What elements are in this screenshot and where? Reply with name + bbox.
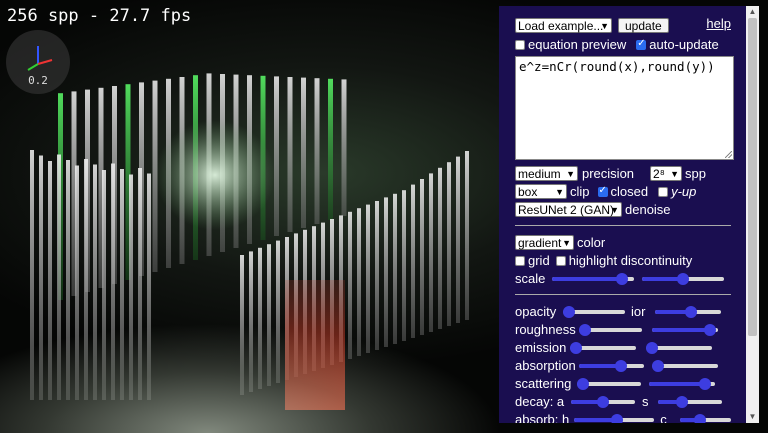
scroll-up-icon[interactable]: ▲ [746, 6, 759, 18]
spp-label: spp [685, 166, 706, 181]
auto-update-label: auto-update [649, 37, 719, 52]
axis-gizmo[interactable]: 0.2 [6, 30, 70, 94]
emission-slider-a[interactable] [570, 340, 636, 356]
scattering-label: scattering [515, 376, 572, 391]
scale-label: scale [515, 271, 546, 286]
slider-thumb[interactable] [699, 377, 712, 390]
decay-a-slider[interactable] [571, 394, 635, 410]
absorption-slider-b[interactable] [652, 358, 718, 374]
slider-thumb[interactable] [646, 341, 658, 354]
absorb-c-slider[interactable] [680, 412, 732, 423]
highlight-discontinuity-label: highlight discontinuity [568, 253, 693, 268]
surface-bar [328, 78, 333, 220]
roughness-slider-b[interactable] [652, 322, 718, 338]
panel-scrollbar[interactable]: ▲ ▼ [746, 6, 759, 423]
slider-thumb[interactable] [704, 323, 717, 336]
surface-bar [314, 78, 320, 224]
y-up-checkbox[interactable] [658, 186, 669, 197]
equation-preview-checkbox[interactable] [515, 39, 525, 50]
slider-thumb[interactable] [677, 272, 689, 285]
y-up-label: y-up [671, 184, 697, 199]
surface-bar [274, 76, 279, 237]
color-label: color [577, 235, 606, 250]
scroll-thumb[interactable] [748, 18, 757, 336]
slider-thumb[interactable] [615, 359, 628, 372]
slider-thumb[interactable] [616, 272, 629, 285]
absorption-label: absorption [515, 358, 576, 373]
opacity-slider[interactable] [563, 304, 625, 320]
opacity-label: opacity [515, 304, 557, 319]
slider-thumb[interactable] [652, 359, 664, 372]
stats-readout: 256 spp - 27.7 fps [7, 6, 192, 26]
divider [515, 225, 731, 226]
absorb-h-slider[interactable] [573, 412, 655, 423]
help-link[interactable]: help [706, 16, 731, 31]
slider-thumb[interactable] [570, 341, 582, 354]
slider-thumb[interactable] [611, 413, 624, 423]
surface-bar [341, 79, 347, 217]
absorption-slider-a[interactable] [579, 358, 644, 374]
slider-thumb[interactable] [579, 323, 591, 336]
slider-thumb[interactable] [693, 413, 706, 423]
closed-checkbox[interactable] [597, 185, 608, 197]
spp-select[interactable]: 2⁸ ▼ [650, 166, 683, 181]
surface-bar [301, 77, 306, 228]
precision-label: precision [582, 166, 635, 181]
roughness-label: roughness [515, 322, 576, 337]
absorb-c-label: c [660, 412, 667, 423]
slider-thumb[interactable] [563, 305, 575, 318]
ior-slider[interactable] [655, 304, 721, 320]
equation-textarea[interactable]: e^z=nCr(round(x),round(y)) [515, 56, 734, 160]
decay-s-label: s [642, 394, 649, 409]
grid-checkbox[interactable] [515, 255, 525, 266]
decay-label: decay: a [515, 394, 565, 409]
decay-s-slider[interactable] [658, 394, 722, 410]
slider-thumb[interactable] [676, 395, 689, 408]
equation-text: e^z=nCr(round(x),round(y)) [519, 59, 715, 74]
scroll-down-icon[interactable]: ▼ [746, 411, 759, 423]
settings-panel: Load example... ▼ update help equation pr… [499, 6, 759, 423]
equation-preview-label: equation preview [528, 37, 627, 52]
surface-bar [287, 77, 293, 232]
denoise-label: denoise [625, 202, 671, 217]
slider-thumb[interactable] [684, 305, 697, 318]
fog-overlay [0, 263, 520, 433]
scale-slider-a[interactable] [552, 271, 634, 287]
scattering-slider-b[interactable] [649, 376, 715, 392]
clip-label: clip [570, 184, 590, 199]
load-example-select[interactable]: Load example... ▼ [515, 18, 612, 33]
scale-slider-b[interactable] [642, 271, 724, 287]
precision-select[interactable]: medium ▼ [515, 166, 578, 181]
auto-update-checkbox[interactable] [636, 38, 647, 50]
clip-select[interactable]: box ▼ [515, 184, 567, 199]
update-button[interactable]: update [618, 18, 669, 33]
closed-label: closed [610, 184, 649, 199]
denoise-select[interactable]: ResUNet 2 (GAN) ▼ [515, 202, 622, 217]
resize-grip-icon[interactable] [725, 151, 732, 158]
divider [515, 294, 731, 295]
absorb-label: absorb: h [515, 412, 570, 423]
slider-thumb[interactable] [577, 377, 589, 390]
light-glow [155, 120, 275, 230]
emission-slider-b[interactable] [646, 340, 712, 356]
gizmo-scale-label: 0.2 [28, 74, 48, 87]
emission-label: emission [515, 340, 567, 355]
color-select[interactable]: gradient ▼ [515, 235, 574, 250]
ior-label: ior [631, 304, 646, 319]
highlight-discontinuity-checkbox[interactable] [555, 255, 566, 266]
roughness-slider-a[interactable] [579, 322, 642, 338]
grid-label: grid [528, 253, 550, 268]
scattering-slider-a[interactable] [577, 376, 641, 392]
slider-thumb[interactable] [597, 395, 609, 408]
